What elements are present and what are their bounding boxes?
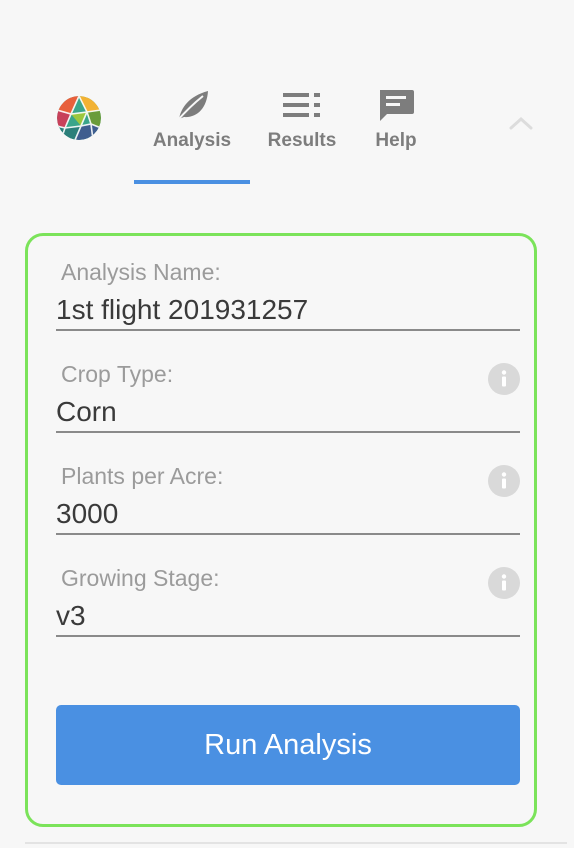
info-icon[interactable] (488, 465, 520, 497)
analysis-name-input[interactable] (56, 291, 520, 331)
crop-type-label: Crop Type: (61, 361, 174, 387)
chevron-up-icon (509, 116, 533, 135)
growing-stage-label: Growing Stage: (61, 565, 220, 591)
growing-stage-input[interactable] (56, 597, 520, 637)
leaf-icon (173, 88, 211, 122)
app-root: Analysis Results Help Analysis Name: 1st… (0, 0, 574, 848)
tab-analysis[interactable]: Analysis (134, 80, 250, 184)
tab-help-label: Help (375, 130, 417, 151)
tab-analysis-label: Analysis (152, 130, 232, 151)
plants-per-acre-input[interactable] (56, 495, 520, 535)
tab-results[interactable]: Results (258, 80, 346, 184)
app-logo-icon (57, 96, 101, 140)
collapse-button[interactable] (506, 110, 536, 140)
info-icon[interactable] (488, 567, 520, 599)
chat-icon (377, 88, 415, 122)
tab-results-label: Results (267, 130, 337, 151)
run-analysis-button[interactable]: Run Analysis (56, 705, 520, 785)
plants-per-acre-label: Plants per Acre: (61, 463, 224, 489)
info-icon[interactable] (488, 363, 520, 395)
analysis-name-label: Analysis Name: (61, 259, 221, 285)
crop-type-input[interactable] (56, 393, 520, 433)
analysis-form: Analysis Name: Crop Type: Plants per Acr… (25, 233, 537, 827)
divider (25, 842, 567, 844)
list-icon (283, 88, 321, 122)
active-tab-indicator (134, 180, 250, 184)
tab-help[interactable]: Help (360, 80, 432, 184)
header: Analysis Results Help (0, 80, 574, 184)
